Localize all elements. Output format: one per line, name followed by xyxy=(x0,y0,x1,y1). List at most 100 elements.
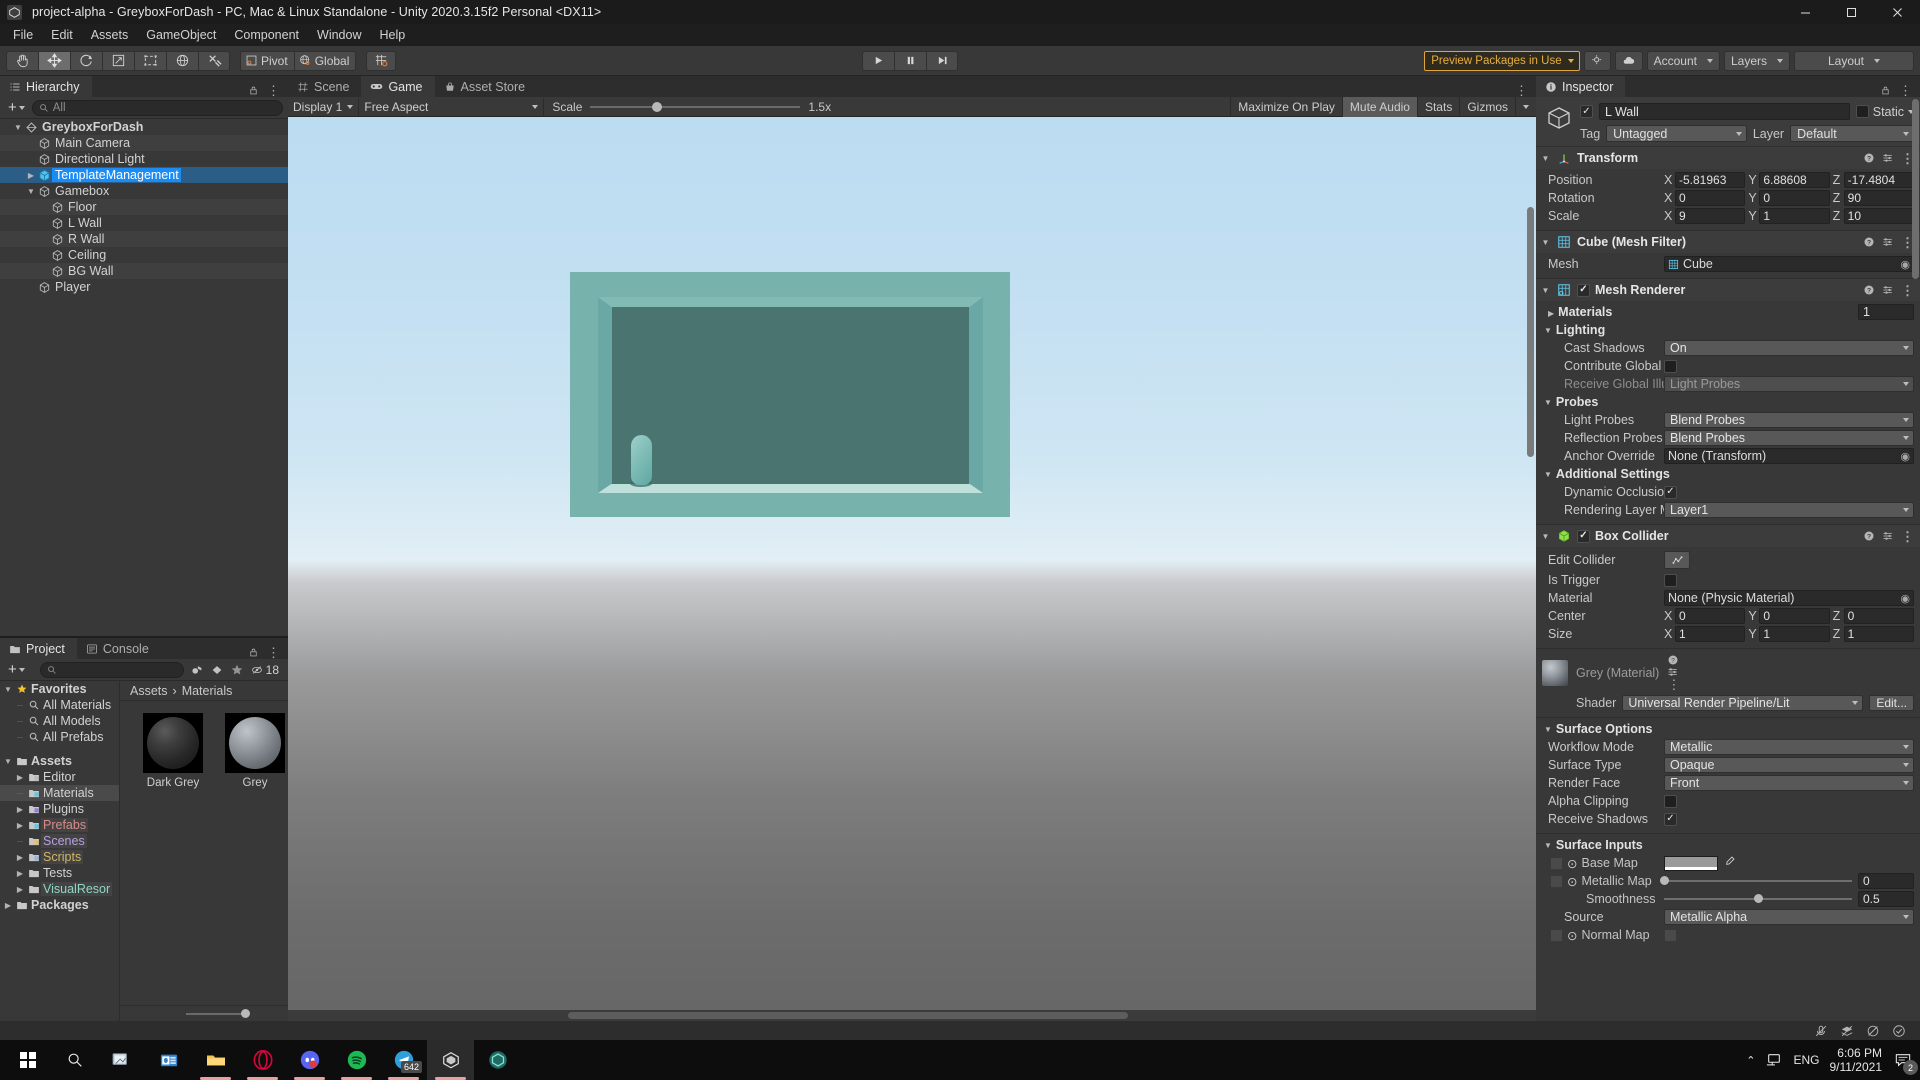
component-enabled-checkbox[interactable] xyxy=(1577,283,1590,297)
custom-tool-icon[interactable] xyxy=(198,50,230,71)
shader-dropdown[interactable]: Universal Render Pipeline/Lit xyxy=(1622,695,1864,711)
axis-input-x[interactable]: 0 xyxy=(1675,190,1746,206)
gameview-horizontal-scrollbar[interactable] xyxy=(288,1010,1536,1021)
axis-input-y[interactable]: 1 xyxy=(1759,208,1830,224)
mute-mic-icon[interactable] xyxy=(1814,1024,1828,1038)
count-field[interactable]: 1 xyxy=(1858,304,1914,320)
help-icon[interactable]: ? xyxy=(1863,152,1875,164)
dropdown-field[interactable]: Metallic Alpha xyxy=(1664,909,1914,925)
check-circle-icon[interactable] xyxy=(1892,1024,1906,1038)
axis-input-y[interactable]: 0 xyxy=(1759,608,1830,624)
hierarchy-row[interactable]: Player xyxy=(0,279,288,295)
gameview-vertical-scrollbar[interactable] xyxy=(1525,117,1536,1010)
project-tree-row[interactable]: ─ Scenes xyxy=(0,833,119,849)
eyedropper-icon[interactable] xyxy=(1723,855,1736,871)
move-tool-icon[interactable] xyxy=(38,50,70,71)
rect-tool-icon[interactable] xyxy=(134,50,166,71)
inspector-scrollbar[interactable] xyxy=(1912,99,1919,279)
notification-center-icon[interactable]: 2 xyxy=(1892,1049,1918,1075)
axis-input-z[interactable]: 10 xyxy=(1843,208,1914,224)
hierarchy-search-input[interactable]: All xyxy=(31,99,283,116)
project-tree-row[interactable]: ▶ Prefabs xyxy=(0,817,119,833)
project-tree-row[interactable]: ─ Materials xyxy=(0,785,119,801)
presets-icon[interactable] xyxy=(1882,284,1894,296)
menu-component[interactable]: Component xyxy=(225,24,308,46)
tab-console[interactable]: Console xyxy=(76,638,161,659)
gizmos-dropdown[interactable] xyxy=(1515,96,1536,117)
project-tree-row[interactable]: ▶ Scripts xyxy=(0,849,119,865)
twisty-icon[interactable]: ▶ xyxy=(14,853,26,862)
checkbox-field[interactable] xyxy=(1664,573,1677,587)
component-enabled-checkbox[interactable] xyxy=(1577,529,1590,543)
tab-asset-store[interactable]: Asset Store xyxy=(434,76,538,97)
help-icon[interactable]: ? xyxy=(1667,654,1680,666)
menu-gameobject[interactable]: GameObject xyxy=(137,24,225,46)
component-header[interactable]: ▼ Transform ? ⋮ xyxy=(1536,147,1920,169)
hierarchy-row[interactable]: ▶ TemplateManagement xyxy=(0,167,288,183)
property-override-box[interactable] xyxy=(1550,856,1563,870)
twisty-icon[interactable]: ▶ xyxy=(14,773,26,782)
hierarchy-row[interactable]: ▼ GreyboxForDash xyxy=(0,119,288,135)
twisty-icon[interactable]: ▼ xyxy=(1544,398,1552,407)
twisty-icon[interactable]: ▼ xyxy=(1544,725,1552,734)
presets-icon[interactable] xyxy=(1882,152,1894,164)
hierarchy-row[interactable]: Ceiling xyxy=(0,247,288,263)
grid-snap-icon[interactable] xyxy=(366,50,397,71)
add-gameobject-button[interactable]: + xyxy=(5,100,28,115)
twisty-icon[interactable]: ▶ xyxy=(14,885,26,894)
hierarchy-row[interactable]: Main Camera xyxy=(0,135,288,151)
twisty-icon[interactable]: ▼ xyxy=(1544,470,1552,479)
axis-input-y[interactable]: 6.88608 xyxy=(1759,172,1830,188)
twisty-icon[interactable]: ▼ xyxy=(2,685,14,694)
project-search-input[interactable] xyxy=(39,661,184,678)
slider-knob[interactable] xyxy=(1754,894,1763,903)
asset-item[interactable]: Dark Grey xyxy=(140,713,206,789)
breadcrumb-assets[interactable]: Assets xyxy=(130,684,168,698)
close-button[interactable] xyxy=(1874,0,1920,24)
component-header[interactable]: ▼Mesh Renderer?⋮ xyxy=(1536,279,1920,301)
tab-project[interactable]: Project xyxy=(0,638,77,659)
twisty-icon[interactable]: ▶ xyxy=(14,821,26,830)
transform-tool-icon[interactable] xyxy=(166,50,198,71)
dropdown-field[interactable]: Blend Probes xyxy=(1664,430,1914,446)
stats-button[interactable]: Stats xyxy=(1416,96,1459,117)
project-tree-row[interactable]: ─ All Models xyxy=(0,713,119,729)
object-field[interactable]: None (Physic Material) ◉ xyxy=(1664,590,1914,606)
tab-inspector[interactable]: Inspector xyxy=(1536,76,1626,97)
filter-by-type-icon[interactable] xyxy=(190,661,204,679)
dropdown-field[interactable]: Opaque xyxy=(1664,757,1914,773)
twisty-icon[interactable]: ▶ xyxy=(25,171,37,180)
object-field[interactable]: Cube ◉ xyxy=(1664,256,1914,272)
global-toggle-button[interactable]: Global xyxy=(293,50,357,71)
twisty-icon[interactable]: ▶ xyxy=(2,901,14,910)
play-button[interactable] xyxy=(862,50,895,71)
pause-button[interactable] xyxy=(894,50,927,71)
twisty-icon[interactable]: ▼ xyxy=(25,187,37,196)
checkbox-field[interactable] xyxy=(1664,359,1677,373)
maximize-button[interactable] xyxy=(1828,0,1874,24)
gameview-menu-icon[interactable]: ⋮ xyxy=(1515,84,1528,97)
unity-icon[interactable] xyxy=(427,1040,474,1080)
help-icon[interactable]: ? xyxy=(1863,236,1875,248)
filter-by-label-icon[interactable] xyxy=(210,661,224,679)
project-tree-row[interactable]: ▼ Favorites xyxy=(0,681,119,697)
presets-icon[interactable] xyxy=(1882,530,1894,542)
gameobject-name-input[interactable]: L Wall xyxy=(1599,103,1850,120)
object-picker-icon[interactable]: ◉ xyxy=(1900,450,1910,463)
mute-audio-button[interactable]: Mute Audio xyxy=(1341,96,1417,117)
network-icon[interactable] xyxy=(1765,1052,1783,1068)
twisty-icon[interactable]: ▼ xyxy=(2,757,14,766)
hierarchy-row[interactable]: BG Wall xyxy=(0,263,288,279)
axis-input-y[interactable]: 0 xyxy=(1759,190,1830,206)
axis-input-z[interactable]: 1 xyxy=(1843,626,1914,642)
dropdown-field[interactable]: Layer1 xyxy=(1664,502,1914,518)
inspector-body[interactable]: L Wall Static Tag xyxy=(1536,97,1920,1021)
dropdown-field[interactable]: On xyxy=(1664,340,1914,356)
axis-input-x[interactable]: -5.81963 xyxy=(1675,172,1746,188)
static-checkbox[interactable] xyxy=(1855,105,1869,118)
lock-icon[interactable] xyxy=(248,85,259,96)
search-icon[interactable] xyxy=(51,1040,98,1080)
minimize-button[interactable] xyxy=(1782,0,1828,24)
menu-edit[interactable]: Edit xyxy=(42,24,82,46)
help-icon[interactable]: ? xyxy=(1863,530,1875,542)
